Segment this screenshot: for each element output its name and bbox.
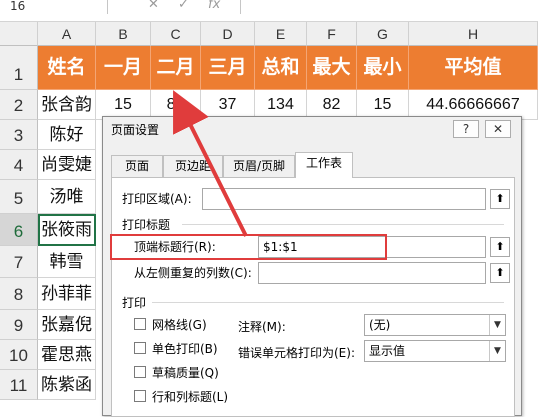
- print-area-input[interactable]: [202, 188, 486, 210]
- row-header-8[interactable]: 8: [0, 278, 38, 310]
- cell-a4[interactable]: 尚雯婕: [38, 150, 96, 180]
- header-cell-feb[interactable]: 二月: [151, 46, 201, 90]
- cell-a5[interactable]: 汤唯: [38, 180, 96, 214]
- collapse-dialog-icon[interactable]: ⬆: [490, 237, 510, 257]
- collapse-dialog-icon[interactable]: ⬆: [490, 263, 510, 283]
- header-cell-average[interactable]: 平均值: [409, 46, 538, 90]
- columns-to-repeat-input[interactable]: [258, 262, 486, 284]
- header-cell-jan[interactable]: 一月: [96, 46, 151, 90]
- row-header-11[interactable]: 11: [0, 370, 38, 400]
- header-cell-max[interactable]: 最大: [307, 46, 357, 90]
- cell-errors-value: 显示值: [369, 344, 406, 358]
- row-header-7[interactable]: 7: [0, 246, 38, 278]
- help-button[interactable]: ?: [453, 120, 479, 138]
- header-cell-mar[interactable]: 三月: [201, 46, 255, 90]
- highlight-box: [110, 234, 387, 260]
- select-all-corner[interactable]: [0, 22, 38, 46]
- row-col-headings-label: 行和列标题(L): [152, 390, 229, 404]
- black-and-white-label: 单色打印(B): [152, 342, 218, 356]
- gridlines-checkbox[interactable]: [134, 318, 146, 330]
- close-button[interactable]: ✕: [485, 120, 511, 138]
- tab-sheet[interactable]: 工作表: [295, 152, 353, 178]
- header-cell-min[interactable]: 最小: [357, 46, 409, 90]
- cell-a2[interactable]: 张含韵: [38, 90, 96, 120]
- dialog-title: 页面设置: [111, 123, 160, 137]
- cell-a6-selected[interactable]: 张筱雨: [38, 214, 96, 246]
- tab-header-footer[interactable]: 页眉/页脚: [223, 155, 295, 177]
- formula-separator: [240, 0, 241, 14]
- cell-errors-select[interactable]: 显示值 ▼: [364, 340, 506, 362]
- column-header-c[interactable]: C: [151, 22, 201, 46]
- name-box[interactable]: 16: [0, 0, 108, 14]
- collapse-dialog-icon[interactable]: ⬆: [490, 189, 510, 209]
- column-header-a[interactable]: A: [38, 22, 96, 46]
- row-header-5[interactable]: 5: [0, 180, 38, 214]
- column-header-e[interactable]: E: [255, 22, 307, 46]
- cell-a9[interactable]: 张嘉倪: [38, 310, 96, 340]
- comments-select[interactable]: (无) ▼: [364, 314, 506, 336]
- column-header-g[interactable]: G: [357, 22, 409, 46]
- black-and-white-checkbox[interactable]: [134, 342, 146, 354]
- row-col-headings-checkbox[interactable]: [134, 390, 146, 402]
- formula-bar: 16 ✕ ✓ fx: [0, 0, 538, 22]
- draft-quality-label: 草稿质量(Q): [152, 366, 219, 380]
- chevron-down-icon[interactable]: ▼: [489, 315, 505, 335]
- row-header-10[interactable]: 10: [0, 340, 38, 370]
- draft-quality-checkbox[interactable]: [134, 366, 146, 378]
- section-divider: [152, 302, 504, 303]
- row-header-9[interactable]: 9: [0, 310, 38, 340]
- columns-to-repeat-label: 从左侧重复的列数(C):: [134, 266, 252, 280]
- close-icon[interactable]: ✕: [148, 0, 159, 12]
- cell-a7[interactable]: 韩雪: [38, 246, 96, 278]
- fx-icon[interactable]: fx: [208, 0, 220, 12]
- print-titles-label: 打印标题: [122, 218, 171, 232]
- column-header-f[interactable]: F: [307, 22, 357, 46]
- section-divider: [182, 224, 504, 225]
- chevron-down-icon[interactable]: ▼: [489, 341, 505, 361]
- tab-page[interactable]: 页面: [111, 155, 163, 177]
- row-header-1[interactable]: 1: [0, 46, 38, 90]
- column-header-d[interactable]: D: [201, 22, 255, 46]
- row-header-2[interactable]: 2: [0, 90, 38, 120]
- column-header-b[interactable]: B: [96, 22, 151, 46]
- row-header-6[interactable]: 6: [0, 214, 38, 246]
- cell-a3[interactable]: 陈好: [38, 120, 96, 150]
- cell-a8[interactable]: 孙菲菲: [38, 278, 96, 310]
- header-cell-name[interactable]: 姓名: [38, 46, 96, 90]
- comments-value: (无): [369, 318, 391, 332]
- print-area-label: 打印区域(A):: [122, 192, 192, 206]
- column-header-h[interactable]: H: [409, 22, 538, 46]
- cell-a11[interactable]: 陈紫函: [38, 370, 96, 400]
- sheet-tab-panel: 打印区域(A): ⬆ 打印标题 顶端标题行(R): $1:$1 ⬆ 从左侧重复的…: [111, 177, 515, 417]
- row-header-4[interactable]: 4: [0, 150, 38, 180]
- comments-label: 注释(M):: [238, 320, 286, 334]
- cell-a10[interactable]: 霍思燕: [38, 340, 96, 370]
- cell-errors-label: 错误单元格打印为(E):: [238, 346, 355, 360]
- gridlines-label: 网格线(G): [152, 318, 207, 332]
- row-header-3[interactable]: 3: [0, 120, 38, 150]
- print-section-label: 打印: [122, 296, 147, 310]
- check-icon[interactable]: ✓: [178, 0, 189, 12]
- header-cell-total[interactable]: 总和: [255, 46, 307, 90]
- tab-margins[interactable]: 页边距: [163, 155, 223, 177]
- page-setup-dialog: 页面设置 ? ✕ 页面 页边距 页眉/页脚 工作表 打印区域(A): ⬆ 打印标…: [102, 116, 522, 417]
